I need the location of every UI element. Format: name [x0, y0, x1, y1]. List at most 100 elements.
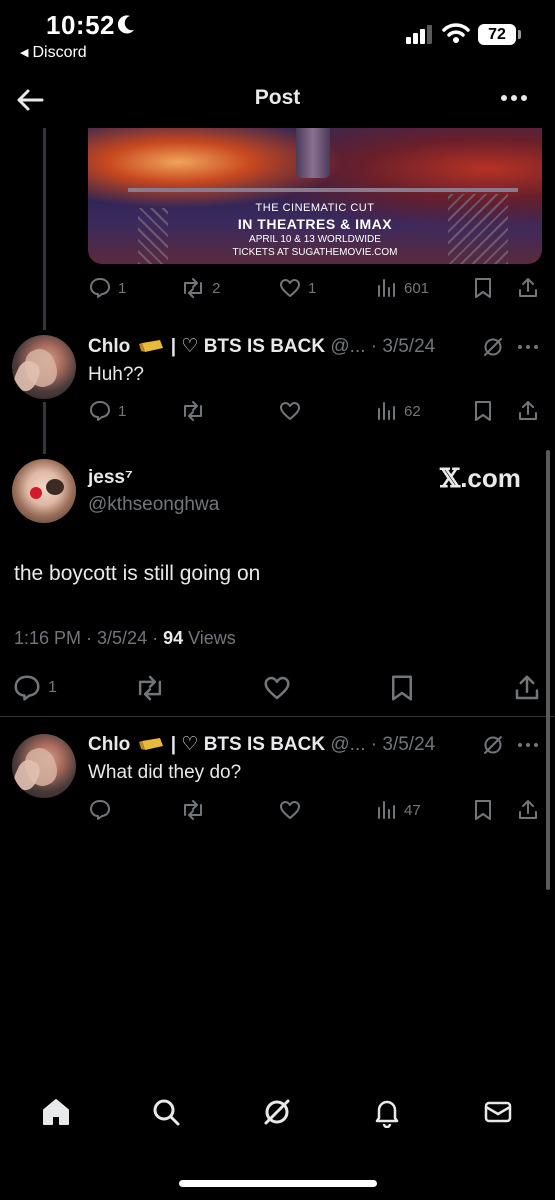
bookmark-button[interactable]	[472, 274, 494, 302]
reply-button[interactable]: 1	[12, 672, 57, 704]
search-icon	[153, 1099, 180, 1126]
gold-bar-emoji-icon	[138, 340, 163, 352]
share-button[interactable]	[512, 672, 542, 704]
share-button[interactable]	[516, 274, 540, 302]
views-icon	[378, 279, 395, 297]
avatar[interactable]	[12, 459, 76, 523]
repost-icon	[184, 401, 202, 421]
status-bar: 10:52 ◀ Discord 72	[0, 0, 555, 70]
author-line: Chlo | ♡ BTS IS BACK @... · 3/5/24	[88, 733, 435, 756]
mail-icon	[484, 1101, 512, 1123]
like-icon	[280, 279, 300, 297]
wifi-icon	[442, 23, 470, 43]
author-handle: @...	[330, 336, 366, 357]
media-caption-line: THE CINEMATIC CUT	[255, 202, 375, 214]
post-text: the boycott is still going on	[14, 562, 261, 585]
reply-button[interactable]: 1	[88, 274, 126, 302]
repost-button[interactable]	[180, 796, 206, 824]
reply-icon	[90, 800, 110, 820]
share-icon	[515, 675, 539, 700]
like-button[interactable]: 1	[278, 274, 316, 302]
post-media-image[interactable]: THE CINEMATIC CUT IN THEATRES & IMAX APR…	[88, 128, 542, 264]
repost-button[interactable]	[180, 397, 206, 425]
post-date: · 3/5/24	[370, 336, 436, 357]
scrollbar[interactable]	[546, 450, 550, 890]
author-handle: @...	[330, 734, 366, 755]
top-header: Post	[0, 78, 555, 120]
like-button[interactable]	[278, 796, 302, 824]
author-name[interactable]: jess⁷	[88, 467, 133, 489]
share-button[interactable]	[516, 397, 540, 425]
media-caption-line: TICKETS AT SUGATHEMOVIE.COM	[232, 247, 398, 258]
divider	[0, 716, 555, 717]
repost-button[interactable]	[134, 672, 166, 704]
cellular-signal-icon	[406, 25, 432, 44]
views-icon	[378, 402, 395, 420]
repost-button[interactable]: 2	[180, 274, 220, 302]
action-bar: 1 2 1 601	[88, 274, 540, 302]
home-indicator[interactable]	[179, 1180, 377, 1187]
action-bar: 47	[88, 796, 540, 824]
avatar[interactable]	[12, 335, 76, 399]
bookmark-button[interactable]	[472, 796, 494, 824]
back-triangle-icon: ◀	[20, 47, 29, 59]
nav-grok[interactable]	[257, 1092, 297, 1132]
action-bar: 1 62	[88, 397, 540, 425]
more-icon[interactable]	[498, 86, 530, 110]
reply-button[interactable]: 1	[88, 397, 126, 425]
more-icon[interactable]	[516, 342, 540, 352]
author-name-suffix: | ♡ BTS IS BACK	[170, 734, 326, 755]
bookmark-button[interactable]	[388, 672, 416, 704]
reply-icon	[90, 401, 110, 421]
main-action-bar: 1	[12, 672, 542, 704]
status-time: 10:52	[46, 10, 115, 40]
like-icon	[280, 402, 300, 420]
reply-icon	[90, 278, 110, 298]
source-watermark: 𝕏.com	[440, 463, 521, 494]
thread-line	[43, 128, 46, 330]
battery-indicator: 72	[478, 24, 521, 45]
views-button[interactable]: 47	[376, 796, 421, 824]
back-to-app-link[interactable]: ◀ Discord	[20, 44, 87, 62]
post-date: · 3/5/24	[370, 734, 436, 755]
grok-icon	[264, 1099, 290, 1125]
like-button[interactable]	[262, 672, 292, 704]
author-name-suffix: | ♡ BTS IS BACK	[170, 336, 326, 357]
avatar[interactable]	[12, 734, 76, 798]
reply-button[interactable]	[88, 796, 112, 824]
views-button[interactable]: 62	[376, 397, 421, 425]
share-button[interactable]	[516, 796, 540, 824]
share-icon	[519, 278, 537, 297]
post-text: What did they do?	[88, 762, 242, 783]
grok-icon[interactable]	[482, 336, 504, 358]
media-caption-line: IN THEATRES & IMAX	[237, 216, 393, 232]
nav-messages[interactable]	[478, 1092, 518, 1132]
like-button[interactable]	[278, 397, 302, 425]
nav-notifications[interactable]	[367, 1092, 407, 1132]
bell-icon	[375, 1100, 399, 1128]
author-handle[interactable]: @kthseonghwa	[88, 494, 219, 516]
author-name[interactable]: Chlo	[88, 336, 130, 357]
post-text: Huh??	[88, 364, 144, 385]
bottom-nav	[0, 1092, 555, 1142]
page-title: Post	[254, 86, 301, 109]
like-icon	[280, 801, 300, 819]
grok-icon[interactable]	[482, 734, 504, 756]
thread-line	[43, 402, 46, 454]
more-icon[interactable]	[516, 740, 540, 750]
views-button[interactable]: 601	[376, 274, 429, 302]
views-icon	[378, 801, 395, 819]
like-icon	[264, 676, 290, 700]
author-line: Chlo | ♡ BTS IS BACK @... · 3/5/24	[88, 335, 435, 358]
reply-icon	[14, 675, 40, 701]
author-name[interactable]: Chlo	[88, 734, 130, 755]
share-icon	[519, 401, 537, 420]
post-timestamp: 1:16 PM · 3/5/24 · 94 Views	[14, 628, 236, 648]
nav-search[interactable]	[146, 1092, 186, 1132]
bookmark-icon	[392, 675, 412, 701]
nav-home[interactable]	[36, 1092, 76, 1132]
repost-icon	[184, 278, 202, 298]
bookmark-icon	[475, 278, 491, 298]
bookmark-button[interactable]	[472, 397, 494, 425]
media-caption-line: APRIL 10 & 13 WORLDWIDE	[249, 234, 381, 245]
